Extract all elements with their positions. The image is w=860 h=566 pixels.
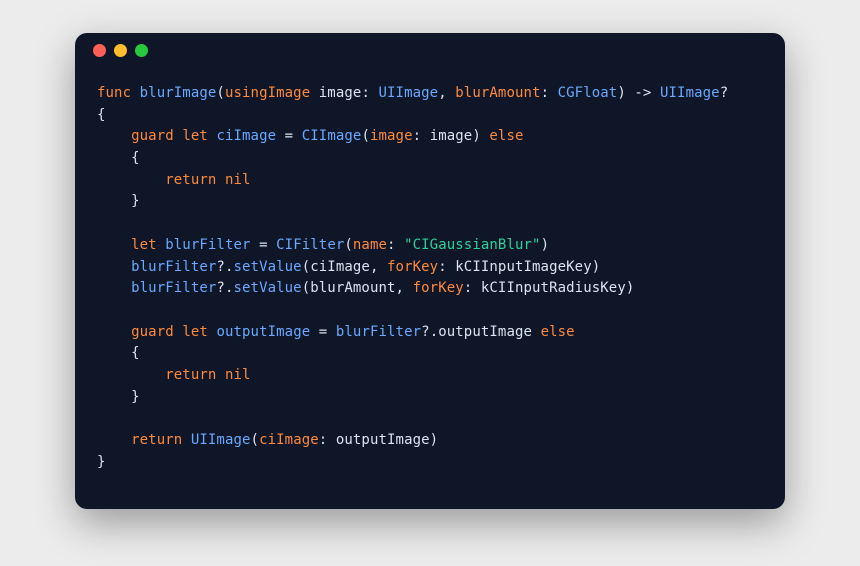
arg-label: forKey <box>387 259 438 275</box>
type: CGFloat <box>558 85 618 101</box>
type: CIImage <box>302 128 362 144</box>
window-titlebar <box>75 33 785 67</box>
punct: ) <box>472 128 481 144</box>
punct: ( <box>251 432 260 448</box>
punct: ? <box>216 259 225 275</box>
arg: outputImage <box>336 432 430 448</box>
nil: nil <box>225 172 251 188</box>
punct: ? <box>421 324 430 340</box>
punct: : <box>387 237 396 253</box>
method: setValue <box>233 259 301 275</box>
punct: ) <box>541 237 550 253</box>
code-window: func blurImage(usingImage image: UIImage… <box>75 33 785 509</box>
arg: image <box>430 128 473 144</box>
arg-label: forKey <box>413 280 464 296</box>
variable: blurFilter <box>131 259 216 275</box>
constant: kCIInputImageKey <box>455 259 591 275</box>
keyword: let <box>182 128 208 144</box>
property: outputImage <box>438 324 532 340</box>
punct: : <box>319 432 328 448</box>
code-block: func blurImage(usingImage image: UIImage… <box>75 67 785 495</box>
punct: ) <box>592 259 601 275</box>
arg-label: ciImage <box>259 432 319 448</box>
punct: , <box>438 85 447 101</box>
return-type: UIImage <box>660 85 720 101</box>
type: CIFilter <box>276 237 344 253</box>
variable: blurFilter <box>131 280 216 296</box>
punct: : <box>361 85 370 101</box>
function-name: blurImage <box>140 85 217 101</box>
param-label: usingImage <box>225 85 310 101</box>
operator: = <box>259 237 268 253</box>
punct: ? <box>720 85 729 101</box>
arrow: -> <box>634 85 651 101</box>
keyword: else <box>541 324 575 340</box>
punct: ( <box>302 280 311 296</box>
punct: ( <box>302 259 311 275</box>
keyword: return <box>165 172 216 188</box>
punct: , <box>396 280 405 296</box>
brace: { <box>97 107 106 123</box>
brace: { <box>131 345 140 361</box>
punct: ( <box>216 85 225 101</box>
arg: blurAmount <box>310 280 395 296</box>
variable: outputImage <box>216 324 310 340</box>
type: UIImage <box>191 432 251 448</box>
param-name: image <box>319 85 362 101</box>
keyword: let <box>131 237 157 253</box>
keyword: guard <box>131 324 174 340</box>
keyword: guard <box>131 128 174 144</box>
brace: } <box>131 193 140 209</box>
arg: ciImage <box>310 259 370 275</box>
variable: ciImage <box>216 128 276 144</box>
brace: } <box>131 389 140 405</box>
punct: ( <box>361 128 370 144</box>
punct: : <box>464 280 473 296</box>
variable: blurFilter <box>165 237 250 253</box>
operator: = <box>319 324 328 340</box>
punct: : <box>413 128 422 144</box>
close-icon[interactable] <box>93 44 106 57</box>
keyword: else <box>489 128 523 144</box>
keyword: let <box>182 324 208 340</box>
method: setValue <box>233 280 301 296</box>
constant: kCIInputRadiusKey <box>481 280 626 296</box>
brace: { <box>131 150 140 166</box>
punct: : <box>438 259 447 275</box>
zoom-icon[interactable] <box>135 44 148 57</box>
punct: ? <box>216 280 225 296</box>
punct: , <box>370 259 379 275</box>
arg-label: name <box>353 237 387 253</box>
string: "CIGaussianBlur" <box>404 237 540 253</box>
type: UIImage <box>379 85 439 101</box>
arg-label: image <box>370 128 413 144</box>
punct: : <box>541 85 550 101</box>
punct: ) <box>617 85 626 101</box>
keyword: return <box>165 367 216 383</box>
minimize-icon[interactable] <box>114 44 127 57</box>
punct: ) <box>430 432 439 448</box>
keyword: func <box>97 85 131 101</box>
nil: nil <box>225 367 251 383</box>
operator: = <box>285 128 294 144</box>
param-label: blurAmount <box>455 85 540 101</box>
punct: ( <box>344 237 353 253</box>
variable: blurFilter <box>336 324 421 340</box>
brace: } <box>97 454 106 470</box>
punct: ) <box>626 280 635 296</box>
keyword: return <box>131 432 182 448</box>
punct: . <box>430 324 439 340</box>
